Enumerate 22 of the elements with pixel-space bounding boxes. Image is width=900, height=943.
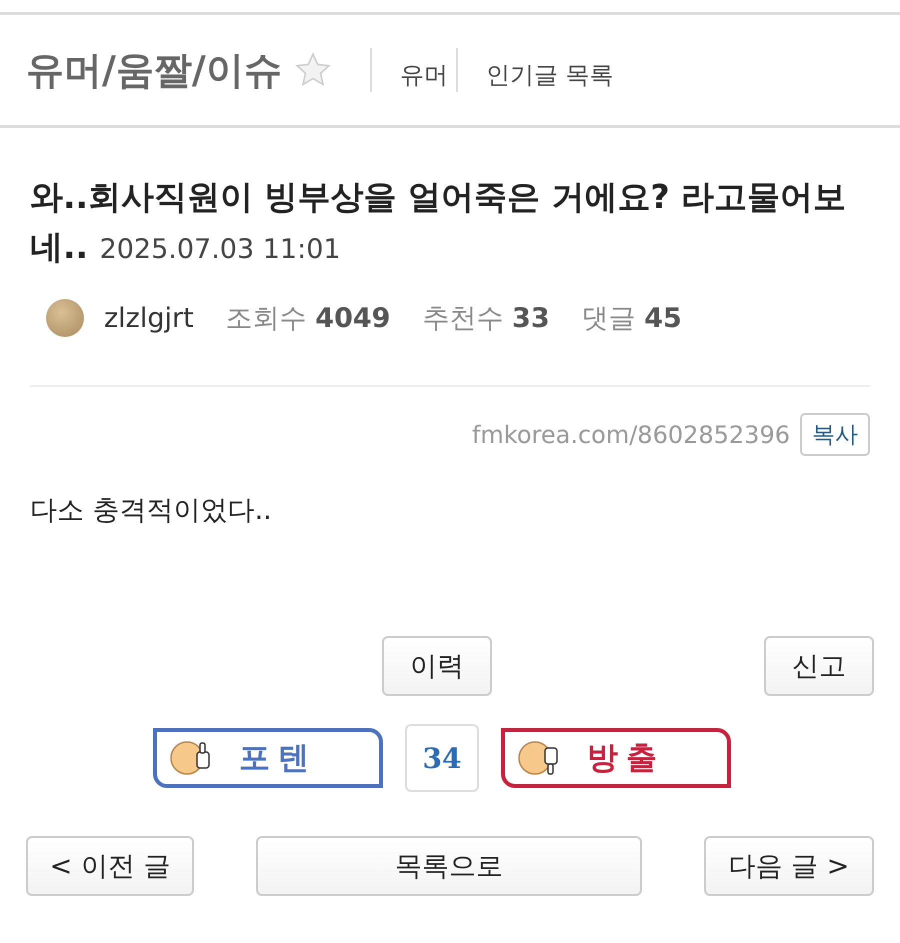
post-stat: 조회수 4049 — [226, 302, 390, 336]
post-stat: 추천수 33 — [422, 302, 550, 336]
downvote-button[interactable]: 방출 — [501, 728, 731, 788]
list-button[interactable]: 목록으로 — [256, 836, 642, 896]
post-stat: 댓글 45 — [582, 302, 682, 336]
post-url: fmkorea.com/8602852396 — [472, 420, 790, 448]
previous-post-button[interactable]: < 이전 글 — [26, 836, 194, 896]
copy-button[interactable]: 복사 — [800, 413, 870, 456]
post-title: 와..회사직원이 빙부상을 얼어죽은 거에요? 라고물어보네.. 2025.07.03 11:01 — [30, 176, 848, 268]
post-date: 2025.07.03 11:01 — [100, 234, 341, 265]
post-body: 다소 충격적이었다.. — [30, 494, 273, 528]
header-link[interactable]: 인기글 목록 — [486, 59, 614, 91]
report-button[interactable]: 신고 — [764, 636, 874, 696]
author-name[interactable]: zlzlgjrt — [104, 302, 194, 334]
star-icon[interactable] — [294, 51, 332, 89]
upvote-button[interactable]: 포텐 — [153, 728, 383, 788]
avatar-icon — [46, 299, 84, 337]
next-post-button[interactable]: 다음 글 > — [704, 836, 874, 896]
history-button[interactable]: 이력 — [382, 636, 492, 696]
board-title[interactable]: 유머/움짤/이슈 — [26, 44, 282, 96]
header-link[interactable]: 유머 — [400, 59, 448, 91]
vote-count: 34 — [405, 724, 479, 792]
